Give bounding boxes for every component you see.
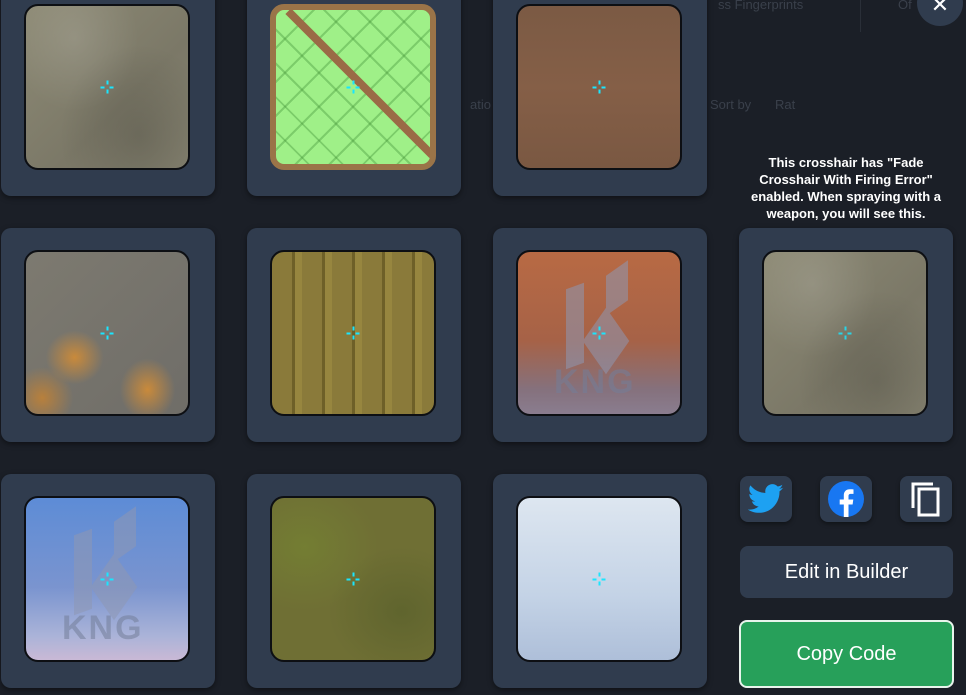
background-text: ss Fingerprints [718,0,804,12]
crosshair-icon [838,326,852,340]
crosshair-preview-tile [247,228,461,442]
preview-background [270,4,436,170]
twitter-share-button[interactable] [740,476,792,522]
preview-background: KNG [24,496,190,662]
crosshair-icon [592,572,606,586]
facebook-share-button[interactable] [820,476,872,522]
crosshair-preview-tile [1,0,215,196]
preview-background: KNG [516,250,682,416]
preview-background [24,4,190,170]
close-icon[interactable]: ✕ [917,0,963,26]
crosshair-icon [346,80,360,94]
crosshair-preview-tile [247,0,461,196]
crosshair-icon [100,326,114,340]
fade-crosshair-note: This crosshair has "Fade Crosshair With … [751,155,941,221]
background-text: Rat [775,97,796,112]
crosshair-icon [592,326,606,340]
copy-code-button[interactable]: Copy Code [739,620,954,688]
crosshair-icon [100,80,114,94]
twitter-icon [748,484,784,513]
edit-in-builder-button[interactable]: Edit in Builder [740,546,953,598]
preview-background [516,496,682,662]
crosshair-icon [592,80,606,94]
preview-background [516,4,682,170]
spray-preview-tile [739,228,953,442]
background-text: atio [470,97,491,112]
preview-background [762,250,928,416]
crosshair-preview-tile [493,474,707,688]
background-divider [860,0,861,32]
crosshair-icon [346,326,360,340]
crosshair-preview-tile [493,0,707,196]
crosshair-icon [346,572,360,586]
facebook-icon [828,481,864,517]
preview-background [24,250,190,416]
copy-icon [911,482,940,517]
crosshair-preview-tile [1,228,215,442]
crosshair-preview-tile: KNG [1,474,215,688]
preview-background [270,250,436,416]
crosshair-preview-tile [247,474,461,688]
crosshair-preview-tile: KNG [493,228,707,442]
crosshair-icon [100,572,114,586]
background-text: Sort by [710,97,752,112]
copy-link-button[interactable] [900,476,952,522]
background-text: Of [898,0,912,12]
preview-background [270,496,436,662]
